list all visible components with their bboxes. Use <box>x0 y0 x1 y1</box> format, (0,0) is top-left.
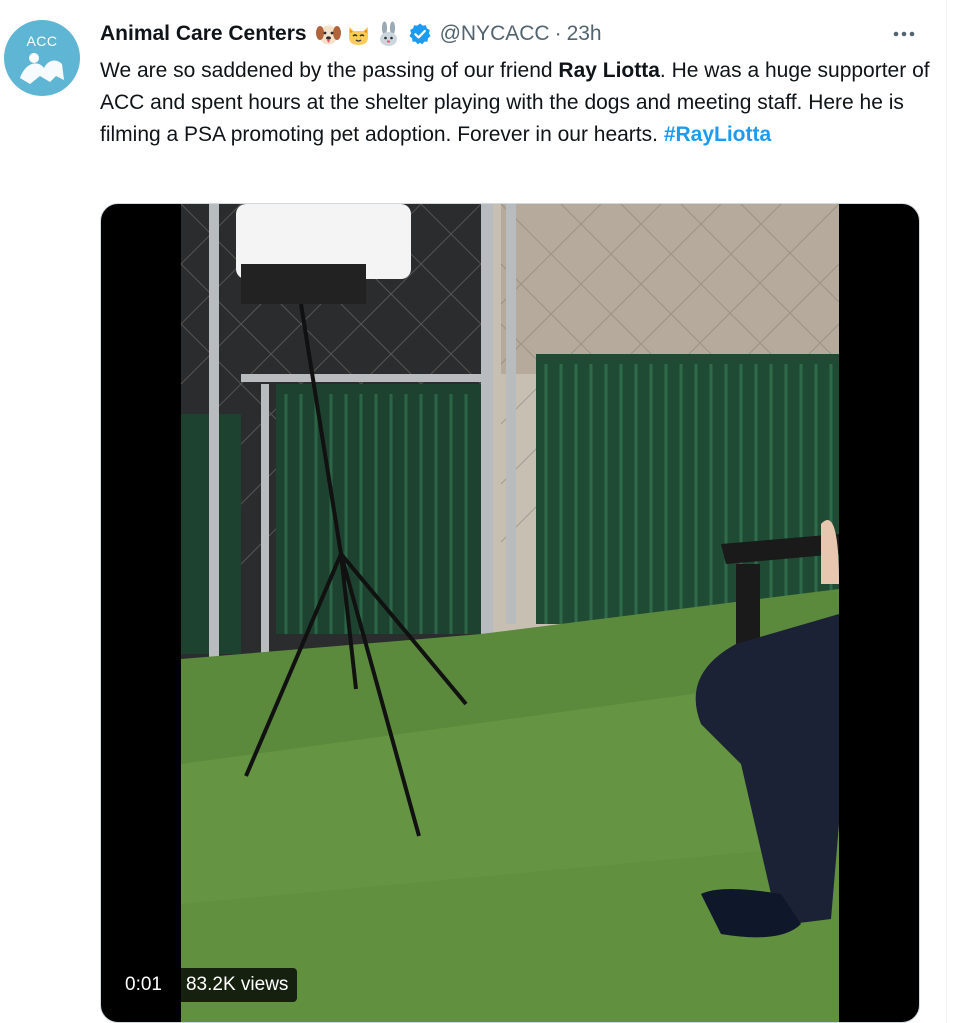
avatar-label: ACC <box>26 33 58 49</box>
cat-face-emoji <box>348 26 368 45</box>
tweet-timestamp[interactable]: 23h <box>567 22 602 46</box>
more-dots-icon[interactable] <box>888 20 920 48</box>
tweet-text-bold-name: Ray Liotta <box>558 59 660 82</box>
dog-face-emoji <box>315 25 341 44</box>
header-separator: · <box>554 22 562 45</box>
video-player[interactable] <box>100 203 920 1023</box>
verified-badge-icon <box>408 22 432 46</box>
author-display-name[interactable]: Animal Care Centers <box>100 22 307 46</box>
video-view-count: 83.2K views <box>176 968 298 1002</box>
name-emojis <box>315 21 402 48</box>
video-timestamp: 0:01 <box>116 968 171 1002</box>
tweet-text-part1: We are so saddened by the passing of our… <box>100 59 559 82</box>
tweet-header: Animal Care Centers @NYCACC · 23h <box>100 19 602 49</box>
author-handle[interactable]: @NYCACC <box>440 22 550 46</box>
timeline-divider <box>946 0 947 1023</box>
avatar[interactable]: ACC <box>4 20 80 96</box>
video-overlay: 0:01 83.2K views <box>116 968 298 1002</box>
video-frame-image <box>181 204 839 1022</box>
hashtag-link[interactable]: #RayLiotta <box>664 123 771 146</box>
rabbit-emoji <box>379 21 397 46</box>
acc-logo-icon <box>20 53 64 84</box>
tweet-text: We are so saddened by the passing of our… <box>100 55 930 151</box>
